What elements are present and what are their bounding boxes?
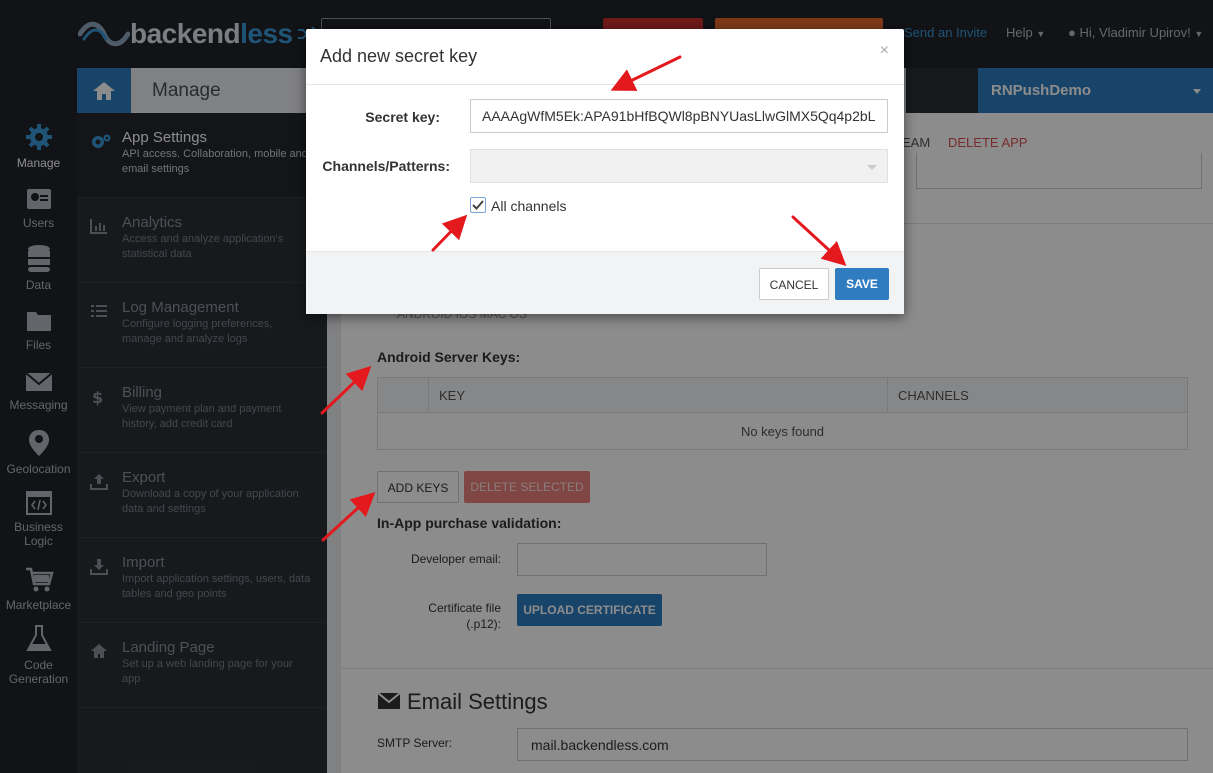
- divider: [306, 84, 904, 85]
- checkmark-icon: [472, 200, 484, 210]
- secret-key-input[interactable]: AAAAgWfM5Ek:APA91bHfBQWl8pBNYUasLlwGlMX5…: [470, 99, 888, 133]
- secret-key-label: Secret key:: [365, 109, 440, 125]
- caret-down-icon: [867, 165, 877, 170]
- all-channels-checkbox[interactable]: [470, 197, 486, 213]
- save-button[interactable]: SAVE: [835, 268, 889, 300]
- channels-label: Channels/Patterns:: [322, 158, 450, 174]
- all-channels-label[interactable]: All channels: [491, 198, 567, 214]
- cancel-button[interactable]: CANCEL: [759, 268, 829, 300]
- channels-select[interactable]: [470, 149, 888, 183]
- dialog-title: Add new secret key: [320, 46, 478, 66]
- close-icon[interactable]: ×: [880, 42, 889, 60]
- add-secret-key-dialog: Add new secret key × Secret key: AAAAgWf…: [306, 29, 904, 314]
- dialog-footer: CANCEL SAVE: [306, 251, 904, 314]
